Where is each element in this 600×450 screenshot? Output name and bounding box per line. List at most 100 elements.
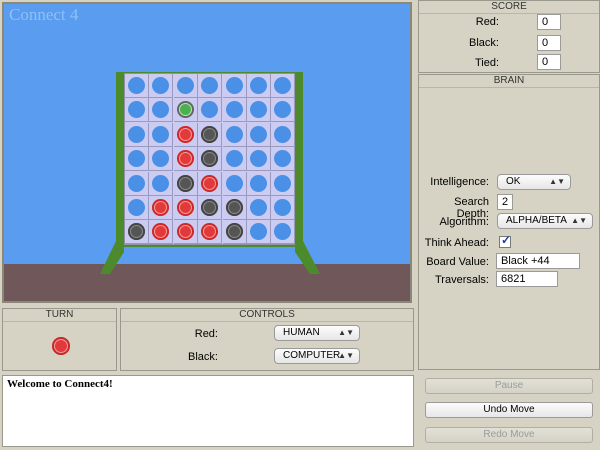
intelligence-select[interactable]: OK ▲▼ [497,174,571,190]
red-disc [176,150,194,168]
chevron-updown-icon: ▲▼ [571,216,587,225]
board-cell[interactable] [222,98,247,123]
traversals-label: Traversals: [435,274,489,286]
redo-move-button[interactable]: Redo Move [425,427,593,443]
red-disc [176,199,194,216]
board-cell[interactable] [198,147,223,172]
board-cell[interactable] [173,171,198,196]
game-board[interactable] [124,73,296,245]
empty-slot [152,101,170,119]
board-cell[interactable] [198,220,223,245]
board-cell[interactable] [125,220,149,245]
board-cell[interactable] [198,74,223,98]
algorithm-select[interactable]: ALPHA/BETA ▲▼ [497,213,593,229]
board-cell[interactable] [198,196,223,220]
board-cell[interactable] [173,122,198,147]
empty-slot [152,174,170,192]
board-value-label: Board Value: [426,256,489,268]
chevron-updown-icon: ▲▼ [338,351,354,360]
board-cell[interactable] [125,122,149,147]
board-cell[interactable] [222,220,247,245]
board-cell[interactable] [271,98,296,123]
board-cell[interactable] [173,147,198,172]
black-disc [176,174,194,192]
empty-slot [128,174,145,192]
empty-slot [225,77,243,94]
red-disc [201,223,219,241]
empty-slot [128,150,145,168]
empty-slot [128,77,145,94]
board-cell[interactable] [247,220,271,245]
board-cell[interactable] [125,171,149,196]
think-ahead-checkbox[interactable]: ✓ [499,233,511,248]
empty-slot [250,174,267,192]
red-disc [176,125,194,143]
board-cell[interactable] [247,98,271,123]
score-panel: SCORE Red: 0 Black: 0 Tied: 0 [418,0,600,73]
board-cell[interactable] [125,147,149,172]
empty-slot [225,174,243,192]
board-cell[interactable] [247,171,271,196]
board-cell[interactable] [149,74,174,98]
board-cell[interactable] [149,147,174,172]
black-player-value: COMPUTER [283,350,341,361]
board-cell[interactable] [222,122,247,147]
black-disc [201,125,219,143]
red-disc [176,223,194,241]
board-cell[interactable] [125,98,149,123]
red-player-select[interactable]: HUMAN ▲▼ [274,325,360,341]
intelligence-value: OK [506,176,521,187]
log-message: Welcome to Connect4! [7,378,113,390]
board-cell[interactable] [149,196,174,220]
empty-slot [274,77,292,94]
board-cell[interactable] [247,196,271,220]
red-disc [152,199,170,216]
board-cell[interactable] [198,122,223,147]
empty-slot [152,150,170,168]
think-ahead-label: Think Ahead: [424,237,489,249]
chevron-updown-icon: ▲▼ [549,177,565,186]
empty-slot [201,77,219,94]
board-cell[interactable] [222,147,247,172]
message-log[interactable]: Welcome to Connect4! [2,375,414,447]
board-cell[interactable] [271,171,296,196]
chevron-updown-icon: ▲▼ [338,328,354,337]
red-player-value: HUMAN [283,327,320,338]
board-cell[interactable] [222,74,247,98]
board-cell[interactable] [173,196,198,220]
board-cell[interactable] [149,171,174,196]
board-cell[interactable] [271,74,296,98]
black-player-select[interactable]: COMPUTER ▲▼ [274,348,360,364]
board-cell[interactable] [271,147,296,172]
board-cell[interactable] [149,98,174,123]
board-cell[interactable] [222,171,247,196]
board-cell[interactable] [125,196,149,220]
board-cell[interactable] [222,196,247,220]
controls-panel: CONTROLS Red: HUMAN ▲▼ Black: COMPUTER ▲… [120,308,414,371]
board-cell[interactable] [247,122,271,147]
board-cell[interactable] [271,122,296,147]
board-cell[interactable] [198,98,223,123]
board-cell[interactable] [173,98,198,123]
score-red-label: Red: [475,16,499,28]
algorithm-value: ALPHA/BETA [506,215,567,226]
pause-button[interactable]: Pause [425,378,593,394]
undo-move-button[interactable]: Undo Move [425,402,593,418]
black-disc [225,223,243,241]
search-depth-input[interactable]: 2 [497,194,513,210]
board-cell[interactable] [149,122,174,147]
empty-slot [250,125,267,143]
board-cell[interactable] [271,196,296,220]
empty-slot [152,77,170,94]
board-cell[interactable] [271,220,296,245]
board-cell[interactable] [198,171,223,196]
turn-indicator-disc [52,337,70,355]
board-cell[interactable] [149,220,174,245]
board-cell[interactable] [173,74,198,98]
score-tied-label: Tied: [474,57,499,69]
board-cell[interactable] [247,74,271,98]
board-cell[interactable] [173,220,198,245]
game-canvas[interactable]: Connect 4 [2,2,412,303]
board-cell[interactable] [125,74,149,98]
board-cell[interactable] [247,147,271,172]
